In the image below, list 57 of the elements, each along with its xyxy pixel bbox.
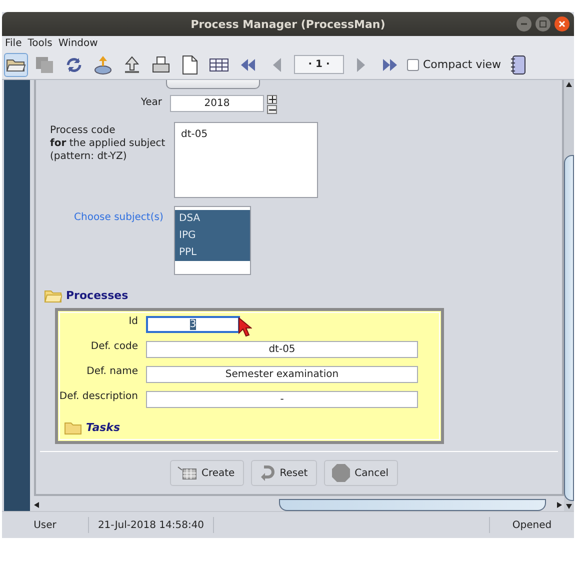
process-code-field[interactable]: dt-05 bbox=[174, 122, 318, 198]
folder-icon bbox=[6, 56, 26, 72]
printer-icon bbox=[152, 56, 170, 74]
table-icon bbox=[209, 56, 229, 72]
year-field[interactable]: 2018 bbox=[170, 95, 264, 112]
text-field[interactable]: - bbox=[146, 391, 418, 408]
create-button[interactable]: Create bbox=[170, 460, 244, 486]
list-item[interactable]: IPG bbox=[175, 227, 250, 244]
text-field[interactable]: Semester examination bbox=[146, 366, 418, 383]
minimize-button[interactable] bbox=[516, 16, 532, 32]
field-label: Def. name bbox=[86, 366, 139, 377]
upload-icon bbox=[123, 56, 141, 74]
close-button[interactable] bbox=[554, 16, 570, 32]
right-arrow-icon bbox=[355, 56, 367, 72]
text-field[interactable]: 3 bbox=[146, 316, 240, 333]
menu-item[interactable]: Tools bbox=[28, 38, 52, 48]
field-label: Def. description bbox=[58, 391, 139, 402]
status-datetime: 21-Jul-2018 14:58:40 bbox=[89, 517, 214, 533]
list-item[interactable]: PPL bbox=[175, 244, 250, 261]
stop-icon bbox=[330, 463, 351, 483]
table-icon bbox=[177, 465, 198, 481]
folder-icon bbox=[64, 420, 82, 435]
field-label: Id bbox=[128, 316, 139, 327]
text-field[interactable]: dt-05 bbox=[146, 341, 418, 358]
subject-list[interactable]: DSA IPG PPL bbox=[174, 206, 251, 275]
cancel-button[interactable]: Cancel bbox=[324, 460, 398, 486]
menu-item[interactable]: File bbox=[5, 38, 22, 48]
notebook-icon bbox=[510, 54, 526, 74]
status-state: Opened bbox=[511, 518, 553, 532]
double-right-arrow-icon bbox=[382, 56, 398, 72]
refresh-icon bbox=[64, 56, 84, 74]
document-icon bbox=[182, 54, 198, 74]
section-title: Processes bbox=[66, 289, 128, 302]
decrement-button[interactable] bbox=[267, 105, 277, 114]
compact-view-checkbox[interactable]: Compact view bbox=[407, 58, 502, 71]
menu-item[interactable]: Window bbox=[58, 38, 98, 48]
left-arrow-icon bbox=[271, 56, 283, 72]
upload-tray-icon bbox=[93, 54, 113, 74]
open-folder-button[interactable] bbox=[4, 52, 28, 76]
copy-icon bbox=[35, 56, 55, 74]
plus-icon bbox=[268, 96, 276, 103]
scrollbar-thumb[interactable] bbox=[279, 498, 546, 510]
section-title: Tasks bbox=[86, 421, 120, 434]
folder-icon bbox=[44, 288, 62, 303]
minus-icon bbox=[268, 108, 276, 110]
reset-button[interactable]: Reset bbox=[250, 460, 317, 486]
field-label: Def. code bbox=[90, 341, 139, 352]
field-label: Year bbox=[140, 96, 163, 108]
increment-button[interactable] bbox=[267, 95, 277, 104]
page-field[interactable]: · 1 · bbox=[294, 55, 344, 74]
scrollbar-thumb[interactable] bbox=[564, 155, 574, 501]
status-user: User bbox=[2, 517, 89, 533]
double-left-arrow-icon bbox=[240, 56, 256, 72]
cursor-icon bbox=[238, 317, 252, 337]
field-label: Process code for the applied subject (pattern: dt-YZ) bbox=[49, 124, 166, 163]
list-item[interactable]: DSA bbox=[175, 210, 250, 227]
window-title: Process Manager (ProcessMan) bbox=[190, 18, 386, 30]
